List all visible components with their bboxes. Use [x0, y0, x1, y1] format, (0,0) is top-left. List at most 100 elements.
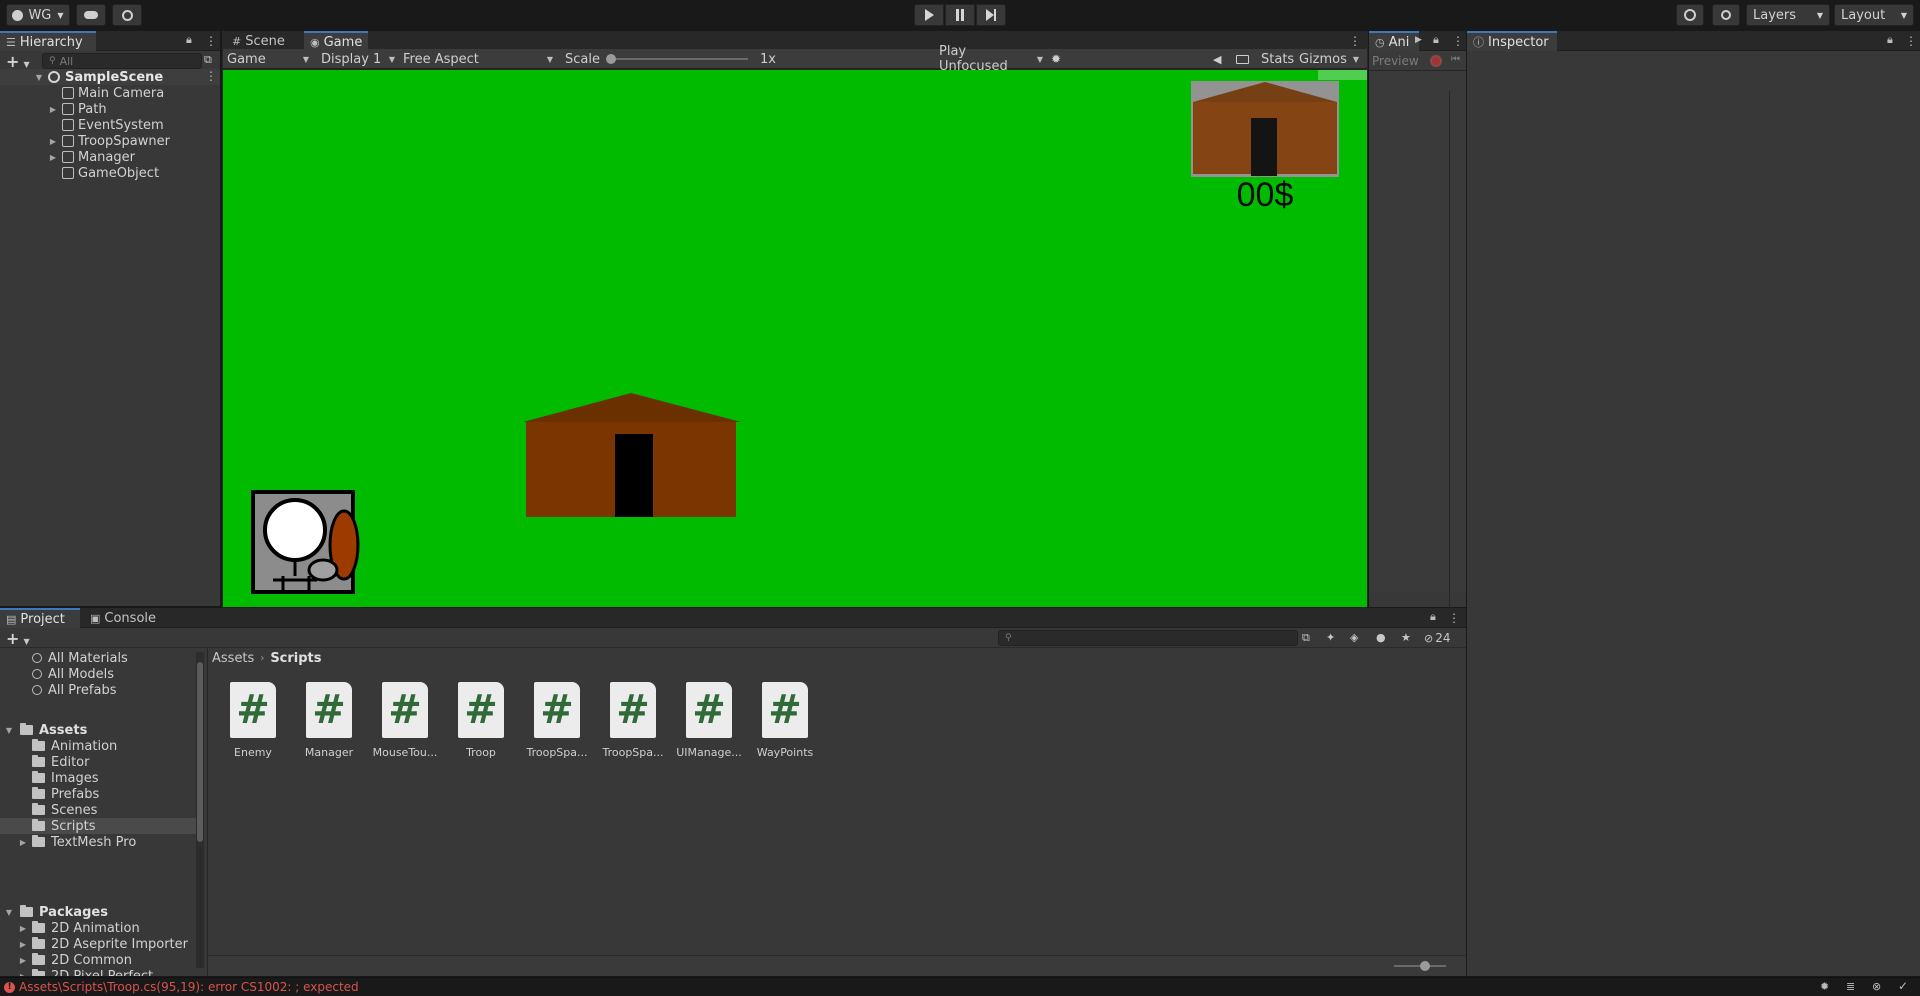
scale-slider-handle[interactable] — [606, 54, 616, 64]
account-dropdown[interactable]: WG ▼ — [6, 4, 70, 26]
kebab-menu-icon[interactable]: ⋮ — [1905, 34, 1917, 48]
expand-arrow-icon[interactable]: ▶ — [48, 137, 58, 146]
asset-folder-item[interactable]: Editor — [0, 754, 196, 770]
asset-folder-item[interactable]: ▶ TextMesh Pro — [0, 834, 196, 850]
script-asset[interactable]: # Enemy — [223, 682, 283, 762]
icon-size-slider[interactable] — [1394, 961, 1446, 971]
tab-hierarchy[interactable]: ☰ Hierarchy — [0, 31, 96, 51]
database-icon[interactable]: ≣ — [1846, 980, 1855, 993]
lock-icon[interactable]: 🔒︎ — [1887, 33, 1893, 47]
breadcrumb-scripts[interactable]: Scripts — [270, 651, 321, 666]
script-asset[interactable]: # Troop — [451, 682, 511, 762]
skip-back-icon[interactable]: ⏮︎ — [1451, 54, 1460, 65]
bug-icon[interactable]: ✹ — [1820, 980, 1829, 993]
package-item[interactable]: ▶ 2D Animation — [0, 920, 140, 936]
expand-arrow-icon[interactable]: ▶ — [48, 105, 58, 114]
tab-console[interactable]: ▣ Console — [84, 608, 162, 628]
kebab-menu-icon[interactable]: ⋮ — [1448, 611, 1460, 625]
package-item[interactable]: ▶ 2D Aseprite Importer — [0, 936, 188, 952]
script-asset[interactable]: # UIManage... — [676, 682, 742, 762]
shortcuts-button[interactable] — [1236, 49, 1249, 69]
expand-arrow-icon[interactable]: ▶ — [18, 972, 28, 977]
split-divider[interactable] — [207, 648, 208, 976]
script-asset[interactable]: # WayPoints — [755, 682, 815, 762]
create-button[interactable]: + ▼ — [6, 52, 36, 71]
tab-project[interactable]: ▤ Project — [0, 608, 80, 628]
hierarchy-item[interactable]: ▶ Path — [0, 101, 220, 117]
tree-scrollbar[interactable] — [196, 652, 204, 968]
scale-slider[interactable] — [606, 54, 748, 64]
expand-arrow-icon[interactable]: ▶ — [18, 838, 28, 847]
favorite-search-item[interactable]: All Models — [32, 666, 114, 682]
star-icon[interactable]: ★ — [1401, 631, 1411, 644]
game-canvas[interactable]: 00$ — [223, 70, 1367, 607]
script-asset[interactable]: # Manager — [299, 682, 359, 762]
project-search-input[interactable]: ⚲ — [998, 630, 1298, 646]
house-card[interactable] — [1191, 81, 1339, 177]
packages-root-row[interactable]: ▼ Packages — [0, 904, 196, 920]
expand-arrow-icon[interactable]: ▶ — [48, 153, 58, 162]
asset-folder-item[interactable]: Scripts — [0, 818, 196, 834]
step-button[interactable] — [976, 4, 1006, 26]
hierarchy-search-input[interactable]: ⚲ All — [42, 53, 202, 69]
asset-folder-item[interactable]: Prefabs — [0, 786, 196, 802]
hierarchy-item[interactable]: ▶ Manager — [0, 149, 220, 165]
scene-filter-icon[interactable]: ⧉ — [204, 53, 212, 67]
hierarchy-item[interactable]: EventSystem — [0, 117, 220, 133]
mute-audio-button[interactable]: ◀︎ — [1213, 49, 1221, 69]
tab-game[interactable]: ◉ Game — [304, 31, 369, 51]
expand-arrow-icon[interactable]: ▼ — [4, 726, 14, 735]
tag-icon[interactable]: ◈ — [1350, 631, 1358, 644]
hierarchy-item[interactable]: ▶ TroopSpawner — [0, 133, 220, 149]
troop-spawn-card[interactable] — [251, 490, 360, 594]
tree-scrollbar-thumb[interactable] — [197, 662, 203, 842]
script-asset[interactable]: # TroopSpa... — [526, 682, 588, 762]
asset-folder-item[interactable]: Animation — [0, 738, 196, 754]
cloud-button[interactable] — [76, 4, 106, 26]
console-error-message[interactable]: ! Assets\Scripts\Troop.cs(95,19): error … — [4, 980, 359, 994]
kebab-menu-icon[interactable]: ⋮ — [205, 34, 217, 48]
hierarchy-item[interactable]: Main Camera — [0, 85, 220, 101]
aspect-dropdown[interactable]: Free Aspect ▼ — [403, 49, 553, 69]
search-by-label-icon[interactable]: ✦ — [1326, 631, 1335, 644]
lock-icon[interactable]: 🔒︎ — [1430, 610, 1436, 624]
game-mode-dropdown[interactable]: Game ▼ — [227, 49, 309, 69]
hierarchy-item[interactable]: GameObject — [0, 165, 220, 181]
favorite-search-item[interactable]: All Prefabs — [32, 682, 117, 698]
assets-root-row[interactable]: ▼ Assets — [0, 722, 196, 738]
package-item[interactable]: ▶ 2D Common — [0, 952, 132, 968]
search-button[interactable] — [1712, 4, 1740, 26]
preview-button[interactable]: Preview — [1372, 54, 1419, 68]
stats-button[interactable]: Stats — [1261, 49, 1294, 69]
breadcrumb-assets[interactable]: Assets — [212, 651, 254, 666]
icon-size-slider-handle[interactable] — [1420, 961, 1430, 971]
lock-icon[interactable]: 🔒︎ — [186, 33, 192, 47]
asset-folder-item[interactable]: Scenes — [0, 802, 196, 818]
kebab-menu-icon[interactable]: ⋮ — [1452, 34, 1464, 48]
check-icon[interactable]: ✓ — [1898, 979, 1908, 993]
debug-button[interactable]: ✹ — [1051, 49, 1061, 69]
network-icon[interactable]: ⊗ — [1872, 980, 1881, 993]
layout-dropdown[interactable]: Layout ▼ — [1834, 4, 1914, 26]
kebab-menu-icon[interactable]: ⋮ — [1349, 34, 1361, 48]
tab-inspector[interactable]: ⓘ Inspector — [1467, 31, 1557, 51]
display-dropdown[interactable]: Display 1 ▼ — [321, 49, 395, 69]
layers-dropdown[interactable]: Layers ▼ — [1746, 4, 1830, 26]
hidden-packages-toggle[interactable]: ⊘ 24 — [1424, 631, 1451, 645]
play-mode-dropdown[interactable]: Play Unfocused ▼ — [939, 44, 1043, 74]
tab-scene[interactable]: # Scene — [226, 31, 291, 51]
expand-arrow-icon[interactable]: ▶ — [18, 924, 28, 933]
search-by-type-icon[interactable]: ⧉ — [1302, 631, 1310, 645]
chevron-right-icon[interactable]: ▶ — [1415, 35, 1422, 45]
pause-button[interactable] — [945, 4, 975, 26]
script-asset[interactable]: # TroopSpa... — [602, 682, 664, 762]
tab-animation[interactable]: ◷ Ani — [1369, 31, 1419, 51]
expand-arrow-icon[interactable]: ▶ — [18, 956, 28, 965]
lock-icon[interactable]: 🔒︎ — [1433, 33, 1439, 47]
history-button[interactable] — [1676, 4, 1704, 26]
expand-arrow-icon[interactable]: ▼ — [4, 908, 14, 917]
gizmos-dropdown[interactable]: Gizmos ▼ — [1299, 49, 1359, 69]
scene-row[interactable]: ▼ SampleScene ⋮ — [0, 69, 220, 85]
warning-icon[interactable]: ● — [1376, 631, 1386, 644]
script-asset[interactable]: # MouseTou... — [373, 682, 437, 762]
